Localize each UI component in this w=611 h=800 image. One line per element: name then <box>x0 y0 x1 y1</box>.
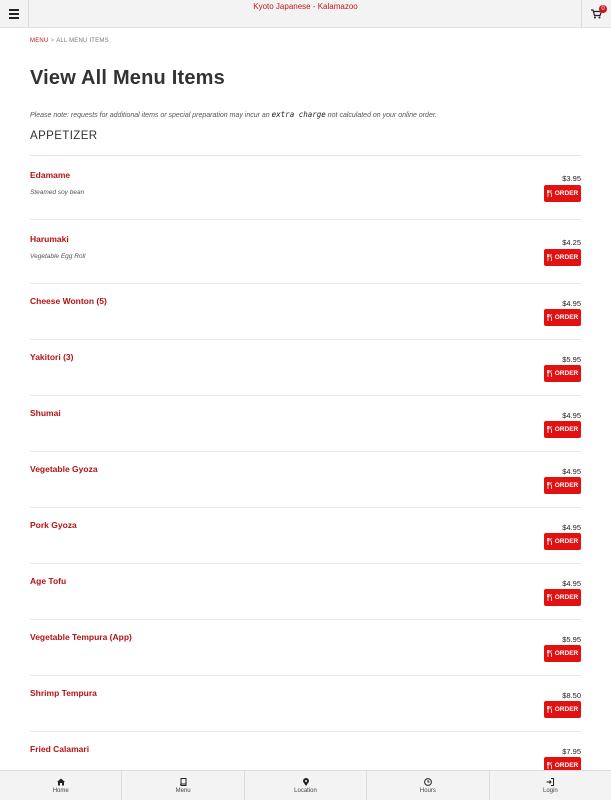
order-button-label: ORDER <box>554 706 579 713</box>
utensils-icon <box>546 426 552 433</box>
order-button[interactable]: ORDER <box>544 533 581 550</box>
menu-item[interactable]: Vegetable Tempura (App) $5.95 ORDER <box>30 620 581 676</box>
nav-menu-label: Menu <box>175 788 191 794</box>
bottom-nav: Home Menu Location Hours Login <box>0 770 611 800</box>
item-price: $8.50 <box>562 691 581 700</box>
item-price: $3.95 <box>562 174 581 183</box>
utensils-icon <box>546 650 552 657</box>
utensils-icon <box>546 314 552 321</box>
utensils-icon <box>546 254 552 261</box>
item-price: $7.95 <box>562 747 581 756</box>
home-icon <box>56 778 65 786</box>
page-title: View All Menu Items <box>30 67 225 89</box>
order-button[interactable]: ORDER <box>544 365 581 382</box>
item-name[interactable]: Vegetable Gyoza <box>30 464 98 474</box>
nav-menu[interactable]: Menu <box>122 771 245 800</box>
breadcrumb-separator: > <box>50 38 55 44</box>
cart-button[interactable]: 0 <box>581 0 611 28</box>
nav-home-label: Home <box>52 788 69 794</box>
order-button[interactable]: ORDER <box>544 645 581 662</box>
order-button-label: ORDER <box>554 370 579 377</box>
item-name[interactable]: Shumai <box>30 408 61 418</box>
login-icon <box>546 778 555 786</box>
item-description: Steamed soy bean <box>30 189 85 196</box>
order-button[interactable]: ORDER <box>544 185 581 202</box>
item-name[interactable]: Yakitori (3) <box>30 352 73 362</box>
menu-item[interactable]: Vegetable Gyoza $4.95 ORDER <box>30 452 581 508</box>
utensils-icon <box>546 190 552 197</box>
main-content: MENU > ALL MENU ITEMS View All Menu Items … <box>30 38 581 788</box>
item-name[interactable]: Edamame <box>30 170 70 180</box>
item-name[interactable]: Harumaki <box>30 234 69 244</box>
item-description: Vegetable Egg Roll <box>30 253 86 260</box>
order-button-label: ORDER <box>554 650 579 657</box>
nav-hours[interactable]: Hours <box>367 771 490 800</box>
order-button-label: ORDER <box>554 190 579 197</box>
nav-home[interactable]: Home <box>0 771 123 800</box>
top-bar: Kyoto Japanese - Kalamazoo 0 <box>0 0 611 28</box>
item-name[interactable]: Shrimp Tempura <box>30 688 97 698</box>
cart-count-badge: 0 <box>599 5 607 13</box>
item-name[interactable]: Cheese Wonton (5) <box>30 296 107 306</box>
order-button-label: ORDER <box>554 482 579 489</box>
order-button[interactable]: ORDER <box>544 309 581 326</box>
menu-item[interactable]: Edamame Steamed soy bean $3.95 ORDER <box>30 156 581 220</box>
nav-login-label: Login <box>542 788 558 794</box>
nav-hours-label: Hours <box>419 788 436 794</box>
order-button-label: ORDER <box>554 538 579 545</box>
map-pin-icon <box>302 778 309 786</box>
item-price: $4.95 <box>562 579 581 588</box>
note-text-after: not calculated on your online order. <box>325 112 437 119</box>
utensils-icon <box>546 482 552 489</box>
section-title-appetizer: APPETIZER <box>30 130 581 156</box>
utensils-icon <box>546 370 552 377</box>
menu-item[interactable]: Shumai $4.95 ORDER <box>30 396 581 452</box>
order-button[interactable]: ORDER <box>544 421 581 438</box>
nav-login[interactable]: Login <box>490 771 611 800</box>
order-button-label: ORDER <box>554 762 579 769</box>
order-button[interactable]: ORDER <box>544 477 581 494</box>
utensils-icon <box>546 762 552 769</box>
item-name[interactable]: Age Tofu <box>30 576 66 586</box>
menu-item[interactable]: Cheese Wonton (5) $4.95 ORDER <box>30 284 581 340</box>
order-button[interactable]: ORDER <box>544 249 581 266</box>
nav-location-label: Location <box>294 788 317 794</box>
note-text-before: Please note: requests for additional ite… <box>30 112 272 119</box>
menu-item[interactable]: Age Tofu $4.95 ORDER <box>30 564 581 620</box>
item-price: $4.95 <box>562 411 581 420</box>
order-button-label: ORDER <box>554 254 579 261</box>
menu-item[interactable]: Harumaki Vegetable Egg Roll $4.25 ORDER <box>30 220 581 284</box>
item-price: $4.95 <box>562 299 581 308</box>
item-price: $5.95 <box>562 355 581 364</box>
menu-item-list: Edamame Steamed soy bean $3.95 ORDER Har… <box>30 156 581 788</box>
nav-location[interactable]: Location <box>245 771 368 800</box>
item-name[interactable]: Pork Gyoza <box>30 520 77 530</box>
utensils-icon <box>546 594 552 601</box>
utensils-icon <box>546 706 552 713</box>
item-price: $5.95 <box>562 635 581 644</box>
item-price: $4.95 <box>562 467 581 476</box>
item-name[interactable]: Fried Calamari <box>30 744 89 754</box>
clock-icon <box>424 778 432 786</box>
menu-item[interactable]: Yakitori (3) $5.95 ORDER <box>30 340 581 396</box>
order-button-label: ORDER <box>554 426 579 433</box>
menu-item[interactable]: Shrimp Tempura $8.50 ORDER <box>30 676 581 732</box>
item-price: $4.95 <box>562 523 581 532</box>
breadcrumb-menu-link[interactable]: MENU <box>30 38 48 44</box>
item-name[interactable]: Vegetable Tempura (App) <box>30 632 132 642</box>
order-button[interactable]: ORDER <box>544 589 581 606</box>
item-price: $4.25 <box>562 238 581 247</box>
order-button[interactable]: ORDER <box>544 701 581 718</box>
order-button-label: ORDER <box>554 314 579 321</box>
utensils-icon <box>546 538 552 545</box>
extra-charge-note: Please note: requests for additional ite… <box>30 110 581 119</box>
site-title[interactable]: Kyoto Japanese - Kalamazoo <box>0 2 611 11</box>
breadcrumb: MENU > ALL MENU ITEMS <box>30 38 581 44</box>
menu-item[interactable]: Pork Gyoza $4.95 ORDER <box>30 508 581 564</box>
book-icon <box>180 778 187 786</box>
order-button-label: ORDER <box>554 594 579 601</box>
note-highlight: extra charge <box>271 110 326 119</box>
breadcrumb-current: ALL MENU ITEMS <box>56 38 109 44</box>
